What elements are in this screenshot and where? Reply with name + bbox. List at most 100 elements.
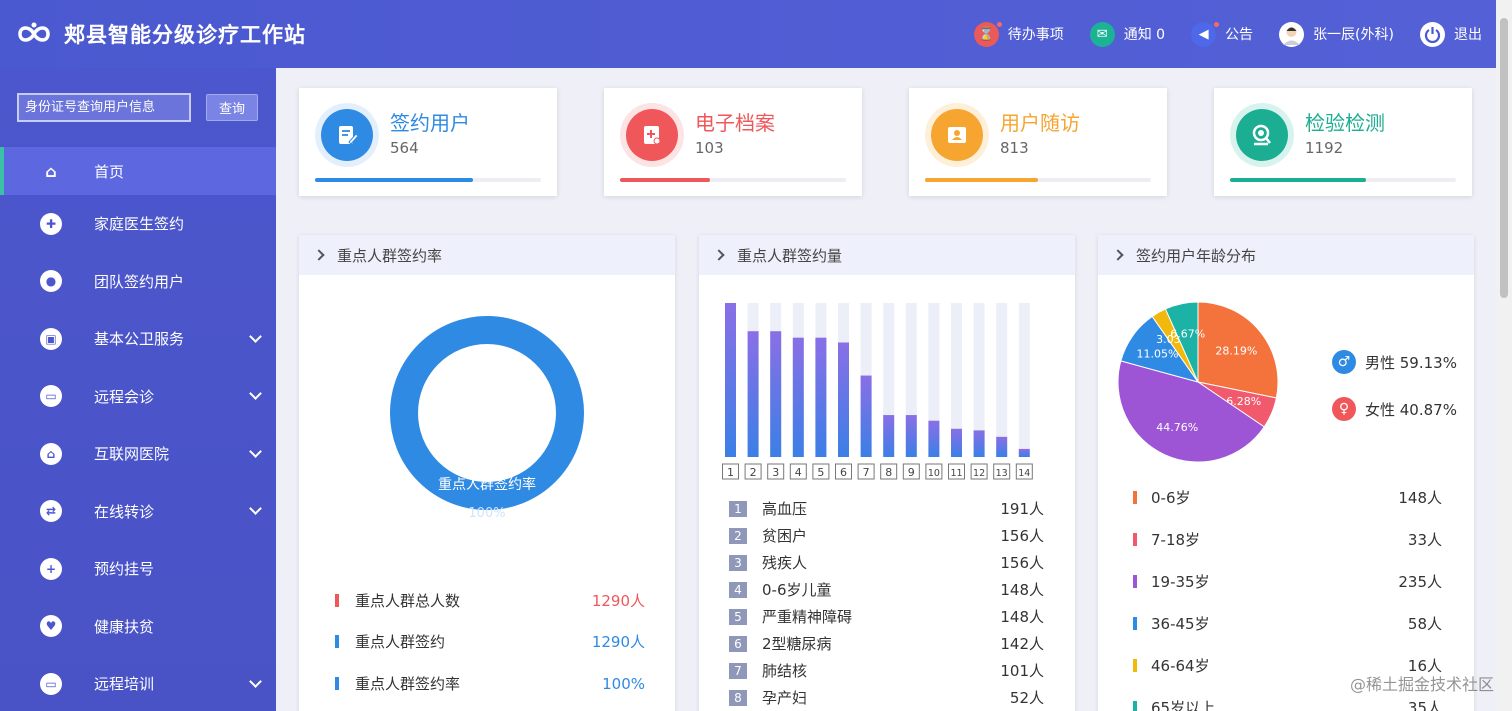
rank-number: 3 bbox=[729, 554, 747, 571]
sidebar-item-home[interactable]: ⌂ 首页 bbox=[0, 147, 276, 195]
panel-key-group-rate: 重点人群签约率 重点人群签约率 100% 重点人群总人数 1290人 重点人群签… bbox=[299, 235, 675, 711]
pie-label: 28.19% bbox=[1215, 345, 1257, 358]
logout-button[interactable]: 退出 bbox=[1420, 21, 1482, 47]
bar-chart: 1 2 3 4 5 6 7 8 9 10 11 12 13 14 bbox=[722, 303, 1033, 480]
sidebar-item-remote-consult[interactable]: ▭ 远程会诊 bbox=[0, 368, 276, 426]
sidebar-item-internet-hospital[interactable]: ⌂ 互联网医院 bbox=[0, 425, 276, 483]
age-marker bbox=[1133, 659, 1137, 672]
search-button[interactable]: 查询 bbox=[206, 94, 258, 121]
age-label: 0-6岁 bbox=[1151, 489, 1191, 507]
rank-value: 148人 bbox=[1000, 608, 1044, 626]
chevron-down-icon bbox=[249, 502, 262, 516]
stat-title: 检验检测 bbox=[1305, 111, 1385, 135]
age-label: 19-35岁 bbox=[1151, 573, 1210, 591]
tick-label: 7 bbox=[863, 466, 870, 479]
stat-card-lab-tests[interactable]: 检验检测 1192 bbox=[1214, 88, 1472, 196]
stat-progress bbox=[620, 178, 846, 182]
donut-arc bbox=[390, 316, 584, 510]
tick-label: 1 bbox=[727, 466, 734, 479]
bar bbox=[996, 436, 1008, 457]
top-header: 郏县智能分级诊疗工作站 ⌛ 待办事项 ✉ 通知 0 ◀ 公告 张一辰(外科) 退… bbox=[0, 0, 1496, 68]
rank-label: 孕产妇 bbox=[762, 689, 808, 707]
sidebar-item-remote-training[interactable]: ▭ 远程培训 bbox=[0, 655, 276, 711]
sidebar-item-team-users[interactable]: ● 团队签约用户 bbox=[0, 253, 276, 311]
rank-label: 残疾人 bbox=[762, 554, 808, 572]
age-value: 35人 bbox=[1407, 699, 1442, 711]
avatar-icon bbox=[1279, 21, 1305, 47]
age-marker bbox=[1133, 617, 1137, 630]
pie-label: 44.76% bbox=[1156, 421, 1198, 434]
legend-label: 重点人群签约率 bbox=[355, 675, 461, 693]
bar bbox=[973, 430, 985, 457]
sidebar-item-family-doctor[interactable]: ✚ 家庭医生签约 bbox=[0, 195, 276, 253]
legend-row: 重点人群总人数 1290人 bbox=[335, 590, 645, 611]
rank-row: 8 孕产妇 52人 bbox=[729, 687, 1044, 708]
todo-button[interactable]: ⌛ 待办事项 bbox=[973, 21, 1064, 47]
chevron-down-icon bbox=[249, 329, 262, 343]
sidebar-item-label: 基本公卫服务 bbox=[94, 330, 185, 349]
doctor-icon: ✚ bbox=[40, 212, 62, 235]
age-label: 7-18岁 bbox=[1151, 531, 1201, 549]
public-health-icon: ▣ bbox=[40, 327, 62, 350]
hospital-icon: ⌂ bbox=[40, 442, 62, 465]
bar bbox=[815, 337, 827, 457]
sidebar-item-label: 首页 bbox=[94, 162, 125, 181]
chevron-down-icon bbox=[249, 444, 262, 458]
legend-label: 重点人群签约 bbox=[355, 633, 446, 651]
tick-label: 9 bbox=[908, 466, 915, 479]
rank-value: 191人 bbox=[1000, 500, 1044, 518]
scrollbar-thumb[interactable] bbox=[1500, 18, 1508, 298]
bar-track bbox=[1018, 303, 1030, 457]
sidebar-item-label: 互联网医院 bbox=[94, 445, 170, 464]
sidebar-item-appointment[interactable]: + 预约挂号 bbox=[0, 540, 276, 598]
age-row: 65岁以上 35人 bbox=[1133, 697, 1444, 711]
bar bbox=[905, 415, 917, 457]
stat-card-health-records[interactable]: 电子档案 103 bbox=[604, 88, 862, 196]
logout-label: 退出 bbox=[1454, 27, 1482, 43]
panel-age-distribution: 签约用户年龄分布 28.19% 6.28% 44.76% 11.05% 3.03% 6.6… bbox=[1098, 235, 1474, 711]
bar bbox=[747, 331, 759, 457]
header-actions: ⌛ 待办事项 ✉ 通知 0 ◀ 公告 张一辰(外科) 退出 bbox=[948, 0, 1482, 68]
pie-chart: 28.19%6.28%44.76%11.05%3.03%6.67% bbox=[1117, 301, 1279, 463]
rank-label: 贫困户 bbox=[762, 527, 808, 545]
home-icon: ⌂ bbox=[45, 161, 57, 181]
panel-key-group-volume: 重点人群签约量 1 2 3 4 5 6 7 8 9 10 11 12 13 14 1 高血压 191人 2 贫困… bbox=[699, 235, 1075, 711]
sidebar-item-poverty-aid[interactable]: ♥ 健康扶贫 bbox=[0, 598, 276, 656]
legend-marker bbox=[335, 635, 339, 648]
heart-icon: ♥ bbox=[40, 615, 62, 638]
female-icon: ♀ bbox=[1332, 397, 1356, 421]
user-menu[interactable]: 张一辰(外科) bbox=[1279, 21, 1394, 47]
bar bbox=[928, 420, 940, 457]
tick-label: 14 bbox=[1018, 468, 1030, 479]
app-title: 郏县智能分级诊疗工作站 bbox=[64, 23, 306, 47]
donut-center-value: 100% bbox=[468, 506, 505, 521]
stat-card-follow-up[interactable]: 用户随访 813 bbox=[909, 88, 1167, 196]
age-row: 36-45岁 58人 bbox=[1133, 613, 1444, 634]
announcement-button[interactable]: ◀ 公告 bbox=[1191, 21, 1253, 47]
legend-marker bbox=[335, 594, 339, 607]
stat-value: 1192 bbox=[1305, 139, 1344, 157]
sidebar-item-referral[interactable]: ⇄ 在线转诊 bbox=[0, 483, 276, 541]
stat-card-signed-users[interactable]: 签约用户 564 bbox=[299, 88, 557, 196]
age-label: 36-45岁 bbox=[1151, 615, 1210, 633]
rank-row: 7 肺结核 101人 bbox=[729, 660, 1044, 681]
notification-button[interactable]: ✉ 通知 0 bbox=[1089, 21, 1165, 47]
stat-value: 564 bbox=[390, 139, 419, 157]
rank-value: 142人 bbox=[1000, 635, 1044, 653]
transfer-icon: ⇄ bbox=[40, 500, 62, 523]
bar bbox=[838, 342, 849, 457]
watermark: @稀土掘金技术社区 bbox=[1349, 675, 1494, 694]
age-label: 65岁以上 bbox=[1151, 699, 1216, 711]
stat-progress bbox=[925, 178, 1151, 182]
sidebar-item-label: 家庭医生签约 bbox=[94, 215, 185, 234]
sidebar-item-public-health[interactable]: ▣ 基本公卫服务 bbox=[0, 310, 276, 368]
mail-icon: ✉ bbox=[1089, 21, 1115, 47]
id-search-bar: 查询 bbox=[0, 68, 276, 122]
panel-header: 签约用户年龄分布 bbox=[1098, 235, 1474, 275]
id-search-input[interactable] bbox=[17, 93, 191, 122]
bar bbox=[725, 303, 736, 457]
sidebar-item-label: 预约挂号 bbox=[94, 560, 155, 579]
chevron-right-icon bbox=[713, 249, 725, 261]
page-scrollbar[interactable] bbox=[1496, 0, 1512, 711]
age-marker bbox=[1133, 701, 1137, 711]
